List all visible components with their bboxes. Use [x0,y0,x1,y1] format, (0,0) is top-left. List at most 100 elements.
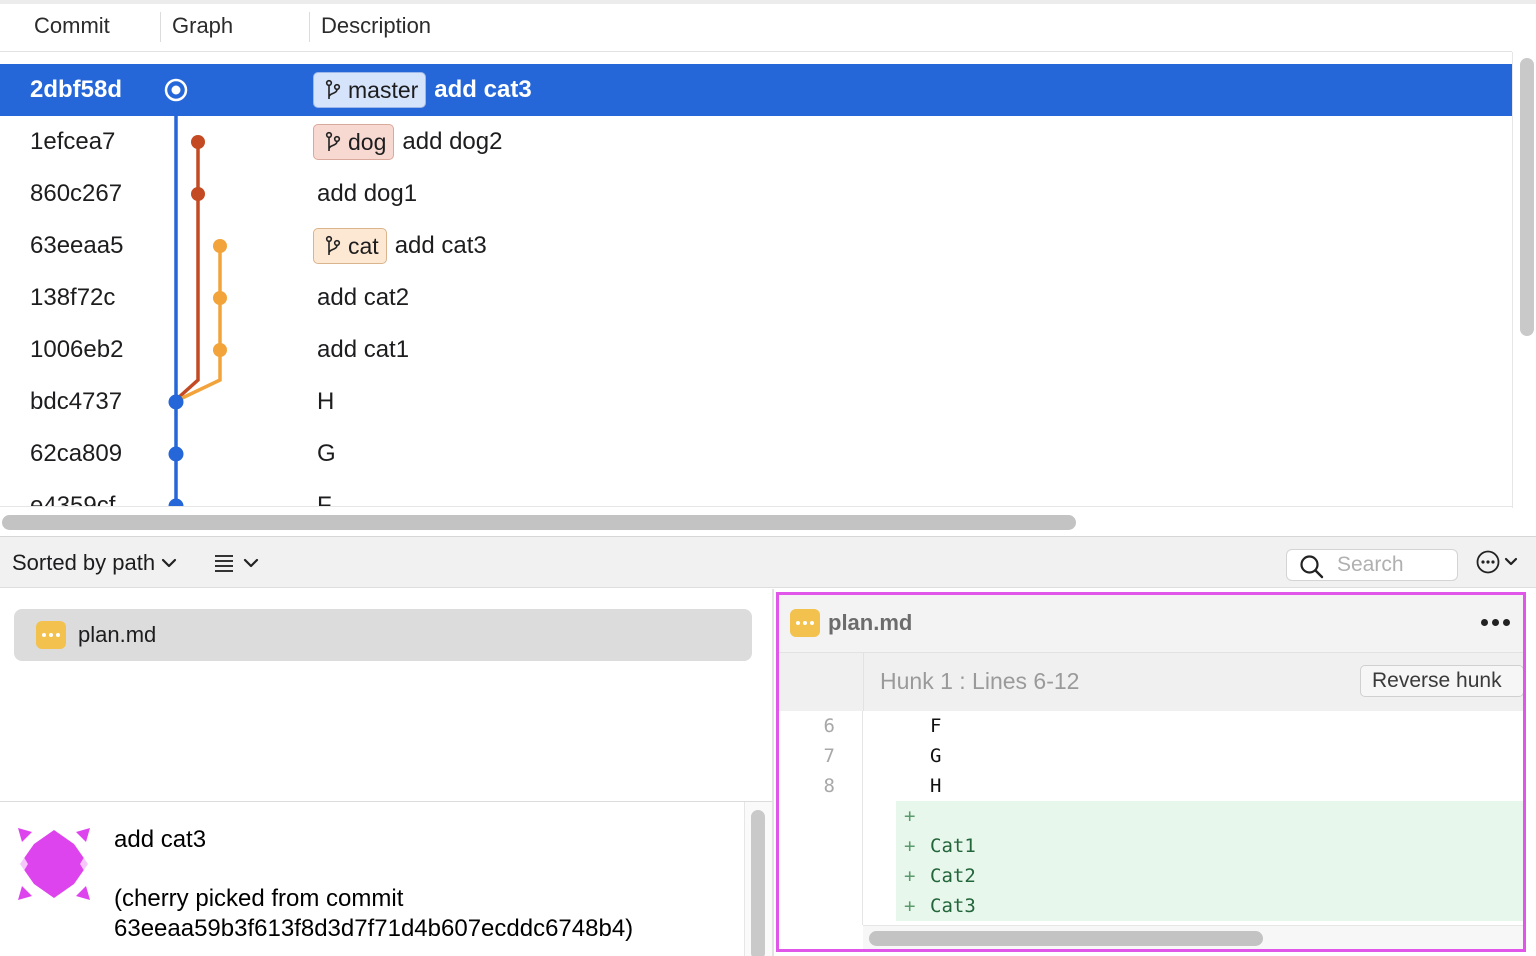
branch-badge-cat[interactable]: cat [313,228,387,264]
reverse-hunk-button[interactable]: Reverse hunk [1360,665,1523,697]
line-text: H [930,775,942,797]
commit-message: H [317,388,335,415]
column-header-graph[interactable]: Graph [172,4,233,52]
commit-message: add cat3 [434,76,532,103]
commit-hash: 138f72c [30,284,116,311]
diff-view: plan.md Hunk 1 : Lines 6-12 Reverse hunk… [776,592,1526,952]
commit-hash: 2dbf58d [30,76,123,103]
commit-message: add dog2 [402,128,503,155]
file-item[interactable]: plan.md [14,609,752,661]
line-text: Cat1 [930,835,976,857]
commit-message: add cat3 [394,232,487,259]
line-text: Cat2 [930,865,976,887]
branch-name: master [348,76,419,103]
scroll-thumb[interactable] [869,931,1263,946]
commit-message: F [317,492,332,506]
commit-hash: 62ca809 [30,440,123,467]
avatar [16,828,92,900]
commit-row[interactable]: 1006eb2 add cat1 [0,324,1512,376]
commit-hash: bdc4737 [30,388,123,415]
changed-files-list: plan.md [0,589,772,801]
diff-file-header: plan.md [779,595,1523,653]
list-icon [215,555,233,572]
commit-hash: 1efcea7 [30,128,116,155]
pane-splitter[interactable] [772,589,774,956]
sort-label: Sorted by path [12,550,156,575]
log-vertical-scrollbar[interactable] [1518,58,1534,338]
line-number: 6 [823,715,835,737]
column-header-commit[interactable]: Commit [34,4,110,52]
branch-icon [325,235,341,255]
commit-log: Commit Graph Description 2dbf58d master … [0,0,1536,536]
commit-row[interactable]: 63eeaa5 cat add cat3 [0,220,1512,272]
column-header-description[interactable]: Description [321,4,431,52]
added-sign: + [904,895,916,917]
commit-body-line: (cherry picked from commit [114,885,404,912]
diff-code: 6 F 7 G 8 H + + Cat1 + Cat2 + Cat3 [779,711,1523,925]
changes-toolbar: Sorted by path [0,536,1536,588]
scroll-thumb[interactable] [1520,58,1534,336]
commit-row[interactable]: e4359cf F [0,480,1512,506]
column-separator[interactable] [160,12,161,42]
markdown-file-icon [36,621,66,649]
hunk-title: Hunk 1 : Lines 6-12 [880,668,1080,694]
line-text: G [930,745,942,767]
commit-hash: 63eeaa5 [30,232,124,259]
scroll-thumb[interactable] [2,515,1076,530]
commit-message: G [317,440,336,467]
diff-line: 7 G [779,741,1523,771]
line-number: 8 [823,775,835,797]
commit-list: 2dbf58d master add cat3 1efcea7 dog add … [0,64,1512,506]
divider [0,506,1512,507]
commit-message: add cat2 [317,284,410,311]
chevron-down-icon [243,558,259,568]
commit-hash: e4359cf [30,492,116,506]
search-field[interactable] [1286,549,1458,581]
commit-body-line: 63eeaa59b3f613f8d3d7f71d4b607ecddc6748b4… [114,915,634,942]
diff-horizontal-scrollbar[interactable] [863,925,1523,949]
view-mode-dropdown[interactable] [213,548,259,578]
scroll-thumb[interactable] [751,810,765,956]
commit-row[interactable]: 138f72c add cat2 [0,272,1512,324]
chevron-down-icon [162,558,177,568]
column-separator[interactable] [309,12,310,42]
commit-body: (cherry picked from commit 63eeaa59b3f61… [114,884,633,944]
log-header: Commit Graph Description [0,4,1512,52]
log-horizontal-scrollbar[interactable] [0,512,1536,534]
search-input[interactable] [1337,552,1452,578]
details-vertical-scrollbar[interactable] [744,802,772,956]
sort-dropdown[interactable]: Sorted by path [12,548,177,578]
branch-badge-dog[interactable]: dog [313,124,395,160]
branch-name: dog [348,128,387,155]
branch-name: cat [348,232,379,259]
commit-details: add cat3 (cherry picked from commit 63ee… [0,801,772,956]
diff-line-added: + Cat3 [779,891,1523,921]
more-options-menu[interactable] [1476,547,1518,577]
search-icon [1300,555,1324,579]
branch-badge-master[interactable]: master [313,72,427,108]
hunk-header: Hunk 1 : Lines 6-12 Reverse hunk [779,653,1523,711]
commit-message: add dog1 [317,180,418,207]
branch-icon [325,79,341,99]
more-actions-icon[interactable] [1481,619,1510,626]
line-text: Cat3 [930,895,976,917]
commit-row[interactable]: 62ca809 G [0,428,1512,480]
commit-subject: add cat3 [114,826,207,853]
file-name: plan.md [78,622,157,647]
commit-row[interactable]: 860c267 add dog1 [0,168,1512,220]
chevron-down-icon [1504,557,1518,566]
commit-hash: 1006eb2 [30,336,124,363]
markdown-file-icon [790,609,820,637]
diff-line-added: + Cat2 [779,861,1523,891]
commit-row[interactable]: bdc4737 H [0,376,1512,428]
diff-line: 6 F [779,711,1523,741]
commit-row[interactable]: 2dbf58d master add cat3 [0,64,1512,116]
ellipsis-circle-icon [1476,550,1500,574]
added-sign: + [904,805,916,827]
branch-icon [325,131,341,151]
line-text: F [930,715,942,737]
diff-line-added: + [779,801,1523,831]
diff-line-added: + Cat1 [779,831,1523,861]
added-sign: + [904,835,916,857]
commit-row[interactable]: 1efcea7 dog add dog2 [0,116,1512,168]
